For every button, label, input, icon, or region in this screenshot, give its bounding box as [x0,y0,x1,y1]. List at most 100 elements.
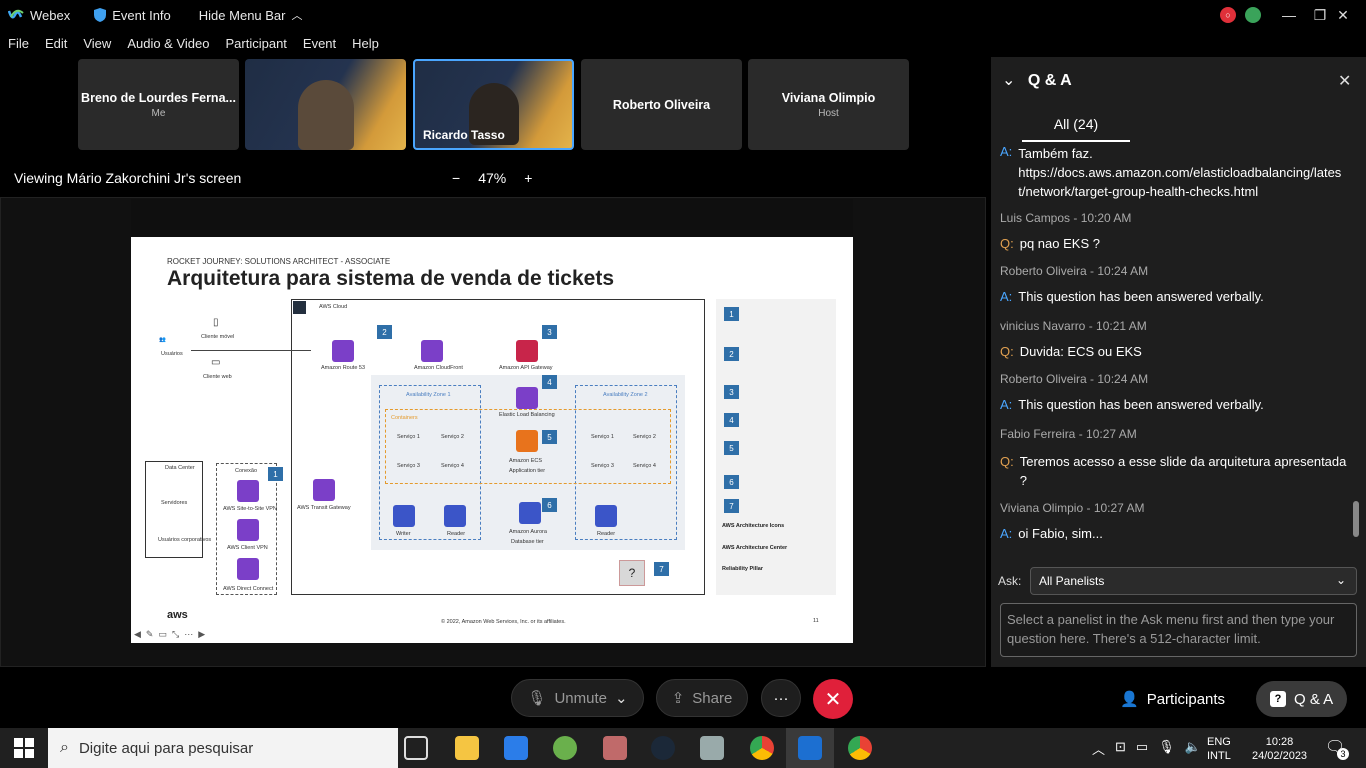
leave-button[interactable]: ✕ [813,679,853,719]
app-icon[interactable] [603,736,627,760]
stats-icon[interactable] [1245,7,1261,23]
close-window-icon[interactable]: ✕ [1320,0,1366,30]
answer-meta: Roberto Oliveira - 10:24 AM [1000,264,1149,278]
question-text: Duvida: ECS ou EKS [1019,344,1142,359]
zoom-in-icon[interactable]: + [524,170,532,186]
datacenter-label: Data Center [165,465,195,471]
chevron-down-icon[interactable]: ⌄ [615,689,628,707]
question-input[interactable]: Select a panelist in the Ask menu first … [1000,603,1357,657]
menu-edit[interactable]: Edit [37,32,75,56]
qa-scrollbar[interactable] [1350,146,1362,556]
scroll-thumb[interactable] [1353,501,1359,537]
containers-label: Containers [391,415,418,421]
participant-tile[interactable]: Breno de Lourdes Ferna... Me [78,59,239,150]
mic-icon[interactable]: 🎙 [1158,739,1175,758]
search-icon: ⌕ [60,739,69,756]
more-options-button[interactable]: ··· [761,679,801,717]
webex-icon[interactable] [798,736,822,760]
menu-view[interactable]: View [75,32,119,56]
service-label: Serviço 3 [591,463,614,469]
file-explorer-icon[interactable] [455,736,479,760]
pointer-icon[interactable]: ⤡ [172,629,179,640]
participant-tile[interactable]: Viviana Olimpio Host [748,59,909,150]
zoom-control: − 47% + [452,170,532,186]
client-vpn-label: AWS Client VPN [227,545,268,551]
ecs-label: Amazon ECS [509,458,543,464]
menu-audio-video[interactable]: Audio & Video [119,32,217,56]
utorrent-icon[interactable] [553,736,577,760]
reader-label: Reader [597,531,616,537]
aws-logo: aws [167,609,188,621]
chevron-down-icon[interactable]: ⌄ [1002,72,1015,89]
slide-subtitle: ROCKET JOURNEY: SOLUTIONS ARCHITECT - AS… [167,257,391,266]
menu-help[interactable]: Help [344,32,387,56]
tab-all[interactable]: All (24) [1022,116,1130,132]
participant-video-tile-active[interactable]: Ricardo Tasso [413,59,574,150]
chevron-up-icon[interactable]: ︿ [1092,739,1105,758]
close-icon[interactable]: ✕ [1338,71,1351,91]
pen-icon[interactable]: ✎ [146,629,154,640]
step-6-badge: 6 [542,498,557,512]
unmute-label: Unmute [554,689,607,707]
record-icon[interactable]: ○ [1220,7,1236,23]
windows-start-icon[interactable] [14,738,34,758]
store-icon[interactable] [504,736,528,760]
desktop-icon: ▭ [211,357,221,368]
steam-icon[interactable] [651,736,675,760]
question-meta: vinicius Navarro - 10:21 AM [1000,319,1147,333]
service-label: Serviço 3 [397,463,420,469]
title-bar: Webex Event Info Hide Menu Bar ︿ ○ — ❐ ✕ [0,0,1366,30]
az1-label: Availability Zone 1 [406,392,451,398]
datacenter-box [145,461,203,558]
qa-button[interactable]: ? Q & A [1256,681,1348,717]
clock[interactable]: 10:28 24/02/2023 [1252,735,1307,763]
writer-label: Writer [396,531,411,537]
task-view-icon[interactable] [404,736,428,760]
display-icon[interactable]: ▭ [1136,739,1148,758]
slide-title: Arquitetura para sistema de venda de tic… [167,267,614,290]
menu-participant[interactable]: Participant [217,32,294,56]
app-icon[interactable] [700,736,724,760]
next-slide-icon[interactable]: ▶ [198,629,205,640]
menu-file[interactable]: File [0,32,37,56]
chrome-icon[interactable] [750,736,774,760]
prev-slide-icon[interactable]: ◀ [134,629,141,640]
unmute-button[interactable]: 🎙 Unmute ⌄ [511,679,644,717]
qa-list[interactable]: A: Também faz. https://docs.aws.amazon.c… [1000,146,1348,556]
elb-label: Elastic Load Balancing [499,412,555,418]
participant-tile[interactable]: Roberto Oliveira [581,59,742,150]
chrome-icon[interactable] [848,736,872,760]
hide-menu-bar-button[interactable]: Hide Menu Bar ︿ [199,7,303,23]
question-icon: ? [619,560,645,586]
taskbar-search[interactable]: ⌕ Digite aqui para pesquisar [48,728,398,768]
volume-icon[interactable]: 🔈 [1185,739,1201,758]
ask-dropdown[interactable]: All Panelists ⌄ [1030,567,1357,595]
question-tag: Q: [1000,236,1014,251]
participants-button[interactable]: 👤 Participants [1106,681,1239,717]
captions-icon[interactable]: ▭ [158,629,167,640]
more-icon[interactable]: ⋯ [184,629,193,640]
viewing-label: Viewing Mário Zakorchini Jr's screen [14,170,242,186]
event-info-label: Event Info [112,7,171,23]
cloudfront-label: Amazon CloudFront [414,365,463,371]
route53-icon [332,340,354,362]
menu-event[interactable]: Event [295,32,344,56]
app-name: Webex [30,7,71,23]
presentation-slide: ROCKET JOURNEY: SOLUTIONS ARCHITECT - AS… [131,237,853,643]
participant-name: Ricardo Tasso [423,128,505,142]
event-info-button[interactable]: Event Info [94,8,171,23]
app-tier-label: Application tier [509,468,546,474]
slide-page-number: 11 [813,618,819,624]
zoom-out-icon[interactable]: − [452,170,460,186]
share-button[interactable]: ⇪ Share [656,679,748,717]
elb-icon [516,387,538,409]
arrow-line [191,350,311,351]
share-label: Share [692,689,733,707]
answer-text: This question has been answered verbally… [1018,397,1264,412]
language-indicator[interactable]: ENG INTL [1207,735,1231,763]
note-badge: 5 [724,441,739,455]
network-icon[interactable]: ⊡ [1115,739,1126,758]
participant-video-tile[interactable] [245,59,406,150]
servers-label: Servidores [161,500,188,506]
service-label: Serviço 4 [441,463,464,469]
